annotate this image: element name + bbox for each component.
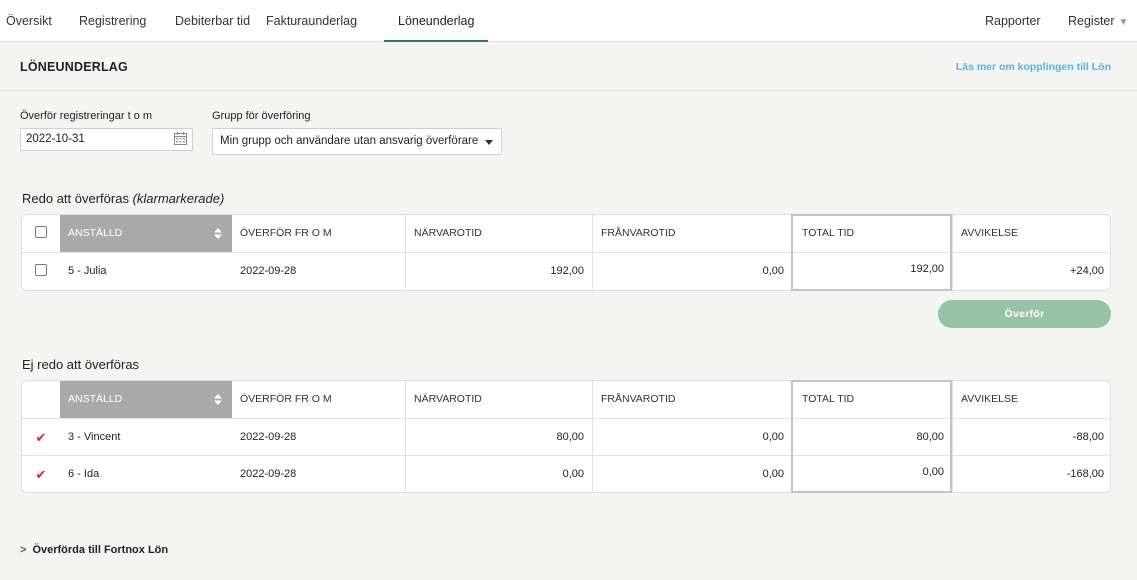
employee-cell: 3 - Vincent <box>68 431 121 443</box>
checkmark-icon: ✔ <box>35 430 47 445</box>
chevron-right-icon: > <box>20 544 27 556</box>
status-cell: ✔ <box>22 419 60 455</box>
table-header: ANSTÄLLD ÖVERFÖR FR O M NÄRVAROTID FRÅNV… <box>22 215 1110 252</box>
not-ready-table: ANSTÄLLD ÖVERFÖR FR O M NÄRVAROTID FRÅNV… <box>21 380 1111 493</box>
total-cell: 80,00 <box>916 431 944 443</box>
col-employee-label: ANSTÄLLD <box>68 227 123 239</box>
row-checkbox[interactable] <box>35 264 47 277</box>
from-cell: 2022-09-28 <box>240 431 297 443</box>
checkmark-icon: ✔ <box>35 467 47 482</box>
col-employee-label: ANSTÄLLD <box>68 393 123 405</box>
col-employee[interactable]: ANSTÄLLD <box>60 215 232 252</box>
total-cell: 192,00 <box>910 263 944 275</box>
attendance-cell: 0,00 <box>405 456 592 492</box>
page-header: LÖNEUNDERLAG Läs mer om kopplingen till … <box>0 43 1137 91</box>
absence-cell: 0,00 <box>592 419 792 455</box>
tab-debiterbar-tid[interactable]: Debiterbar tid <box>175 0 250 42</box>
reports-menu[interactable]: Rapporter <box>985 0 1041 42</box>
chevron-down-icon <box>485 140 493 145</box>
ready-table: ANSTÄLLD ÖVERFÖR FR O M NÄRVAROTID FRÅNV… <box>21 214 1111 291</box>
group-value: Min grupp och användare utan ansvarig öv… <box>220 135 479 147</box>
date-label: Överför registreringar t o m <box>20 110 153 122</box>
top-navigation: Översikt Registrering Debiterbar tid Fak… <box>0 0 1137 42</box>
select-all-cell <box>22 215 60 252</box>
attendance-cell: 80,00 <box>405 419 592 455</box>
col-from: ÖVERFÖR FR O M <box>240 227 332 239</box>
col-from: ÖVERFÖR FR O M <box>240 393 332 405</box>
tab-fakturaunderlag[interactable]: Fakturaunderlag <box>266 0 357 42</box>
employee-cell: 5 - Julia <box>68 265 107 277</box>
select-all-checkbox[interactable] <box>35 226 47 239</box>
attendance-cell: 192,00 <box>405 253 592 289</box>
calendar-icon[interactable] <box>174 132 187 145</box>
date-value: 2022-10-31 <box>26 133 85 145</box>
col-employee[interactable]: ANSTÄLLD <box>60 381 232 418</box>
register-menu[interactable]: Register ▼ <box>1068 0 1128 42</box>
col-deviation: AVVIKELSE <box>952 215 1112 252</box>
absence-cell: 0,00 <box>592 253 792 289</box>
tab-registrering[interactable]: Registrering <box>79 0 146 42</box>
ready-heading-note: (klarmarkerade) <box>132 191 225 206</box>
check-column-header <box>22 381 60 418</box>
absence-cell: 0,00 <box>592 456 792 492</box>
table-row: ✔ 6 - Ida 2022-09-28 0,00 0,00 0,00 -168… <box>22 455 1110 492</box>
sort-icon <box>214 394 222 405</box>
row-select-cell <box>22 253 60 289</box>
col-attendance: NÄRVAROTID <box>405 215 592 252</box>
register-label: Register <box>1068 14 1115 28</box>
employee-cell: 6 - Ida <box>68 468 100 480</box>
total-cell: 0,00 <box>922 466 944 478</box>
sort-icon <box>214 228 222 239</box>
group-label: Grupp för överföring <box>212 110 311 122</box>
from-cell: 2022-09-28 <box>240 468 297 480</box>
col-total: TOTAL TID <box>802 393 855 405</box>
tab-oversikt[interactable]: Översikt <box>6 0 52 42</box>
deviation-cell: +24,00 <box>952 253 1112 289</box>
deviation-cell: -88,00 <box>952 419 1112 455</box>
info-link[interactable]: Läs mer om kopplingen till Lön <box>956 61 1111 73</box>
status-cell: ✔ <box>22 456 60 492</box>
col-total: TOTAL TID <box>802 227 855 239</box>
group-select[interactable]: Min grupp och användare utan ansvarig öv… <box>212 128 502 155</box>
chevron-down-icon: ▼ <box>1118 17 1129 28</box>
col-attendance: NÄRVAROTID <box>405 381 592 418</box>
transferred-toggle[interactable]: > Överförda till Fortnox Lön <box>20 544 168 556</box>
table-row: ✔ 3 - Vincent 2022-09-28 80,00 0,00 80,0… <box>22 418 1110 455</box>
table-header: ANSTÄLLD ÖVERFÖR FR O M NÄRVAROTID FRÅNV… <box>22 381 1110 418</box>
col-deviation: AVVIKELSE <box>952 381 1112 418</box>
col-absence: FRÅNVAROTID <box>592 215 792 252</box>
ready-heading: Redo att överföras (klarmarkerade) <box>22 191 224 206</box>
table-row: 5 - Julia 2022-09-28 192,00 0,00 192,00 … <box>22 252 1110 289</box>
col-absence: FRÅNVAROTID <box>592 381 792 418</box>
page-title: LÖNEUNDERLAG <box>20 60 128 74</box>
not-ready-heading: Ej redo att överföras <box>22 357 140 372</box>
date-input[interactable]: 2022-10-31 <box>20 128 193 151</box>
ready-heading-text: Redo att överföras <box>22 191 129 206</box>
deviation-cell: -168,00 <box>952 456 1112 492</box>
transfer-button[interactable]: Överför <box>938 300 1111 328</box>
from-cell: 2022-09-28 <box>240 265 297 277</box>
transferred-label: Överförda till Fortnox Lön <box>32 544 169 556</box>
tab-loneunderlag[interactable]: Löneunderlag <box>383 0 490 42</box>
